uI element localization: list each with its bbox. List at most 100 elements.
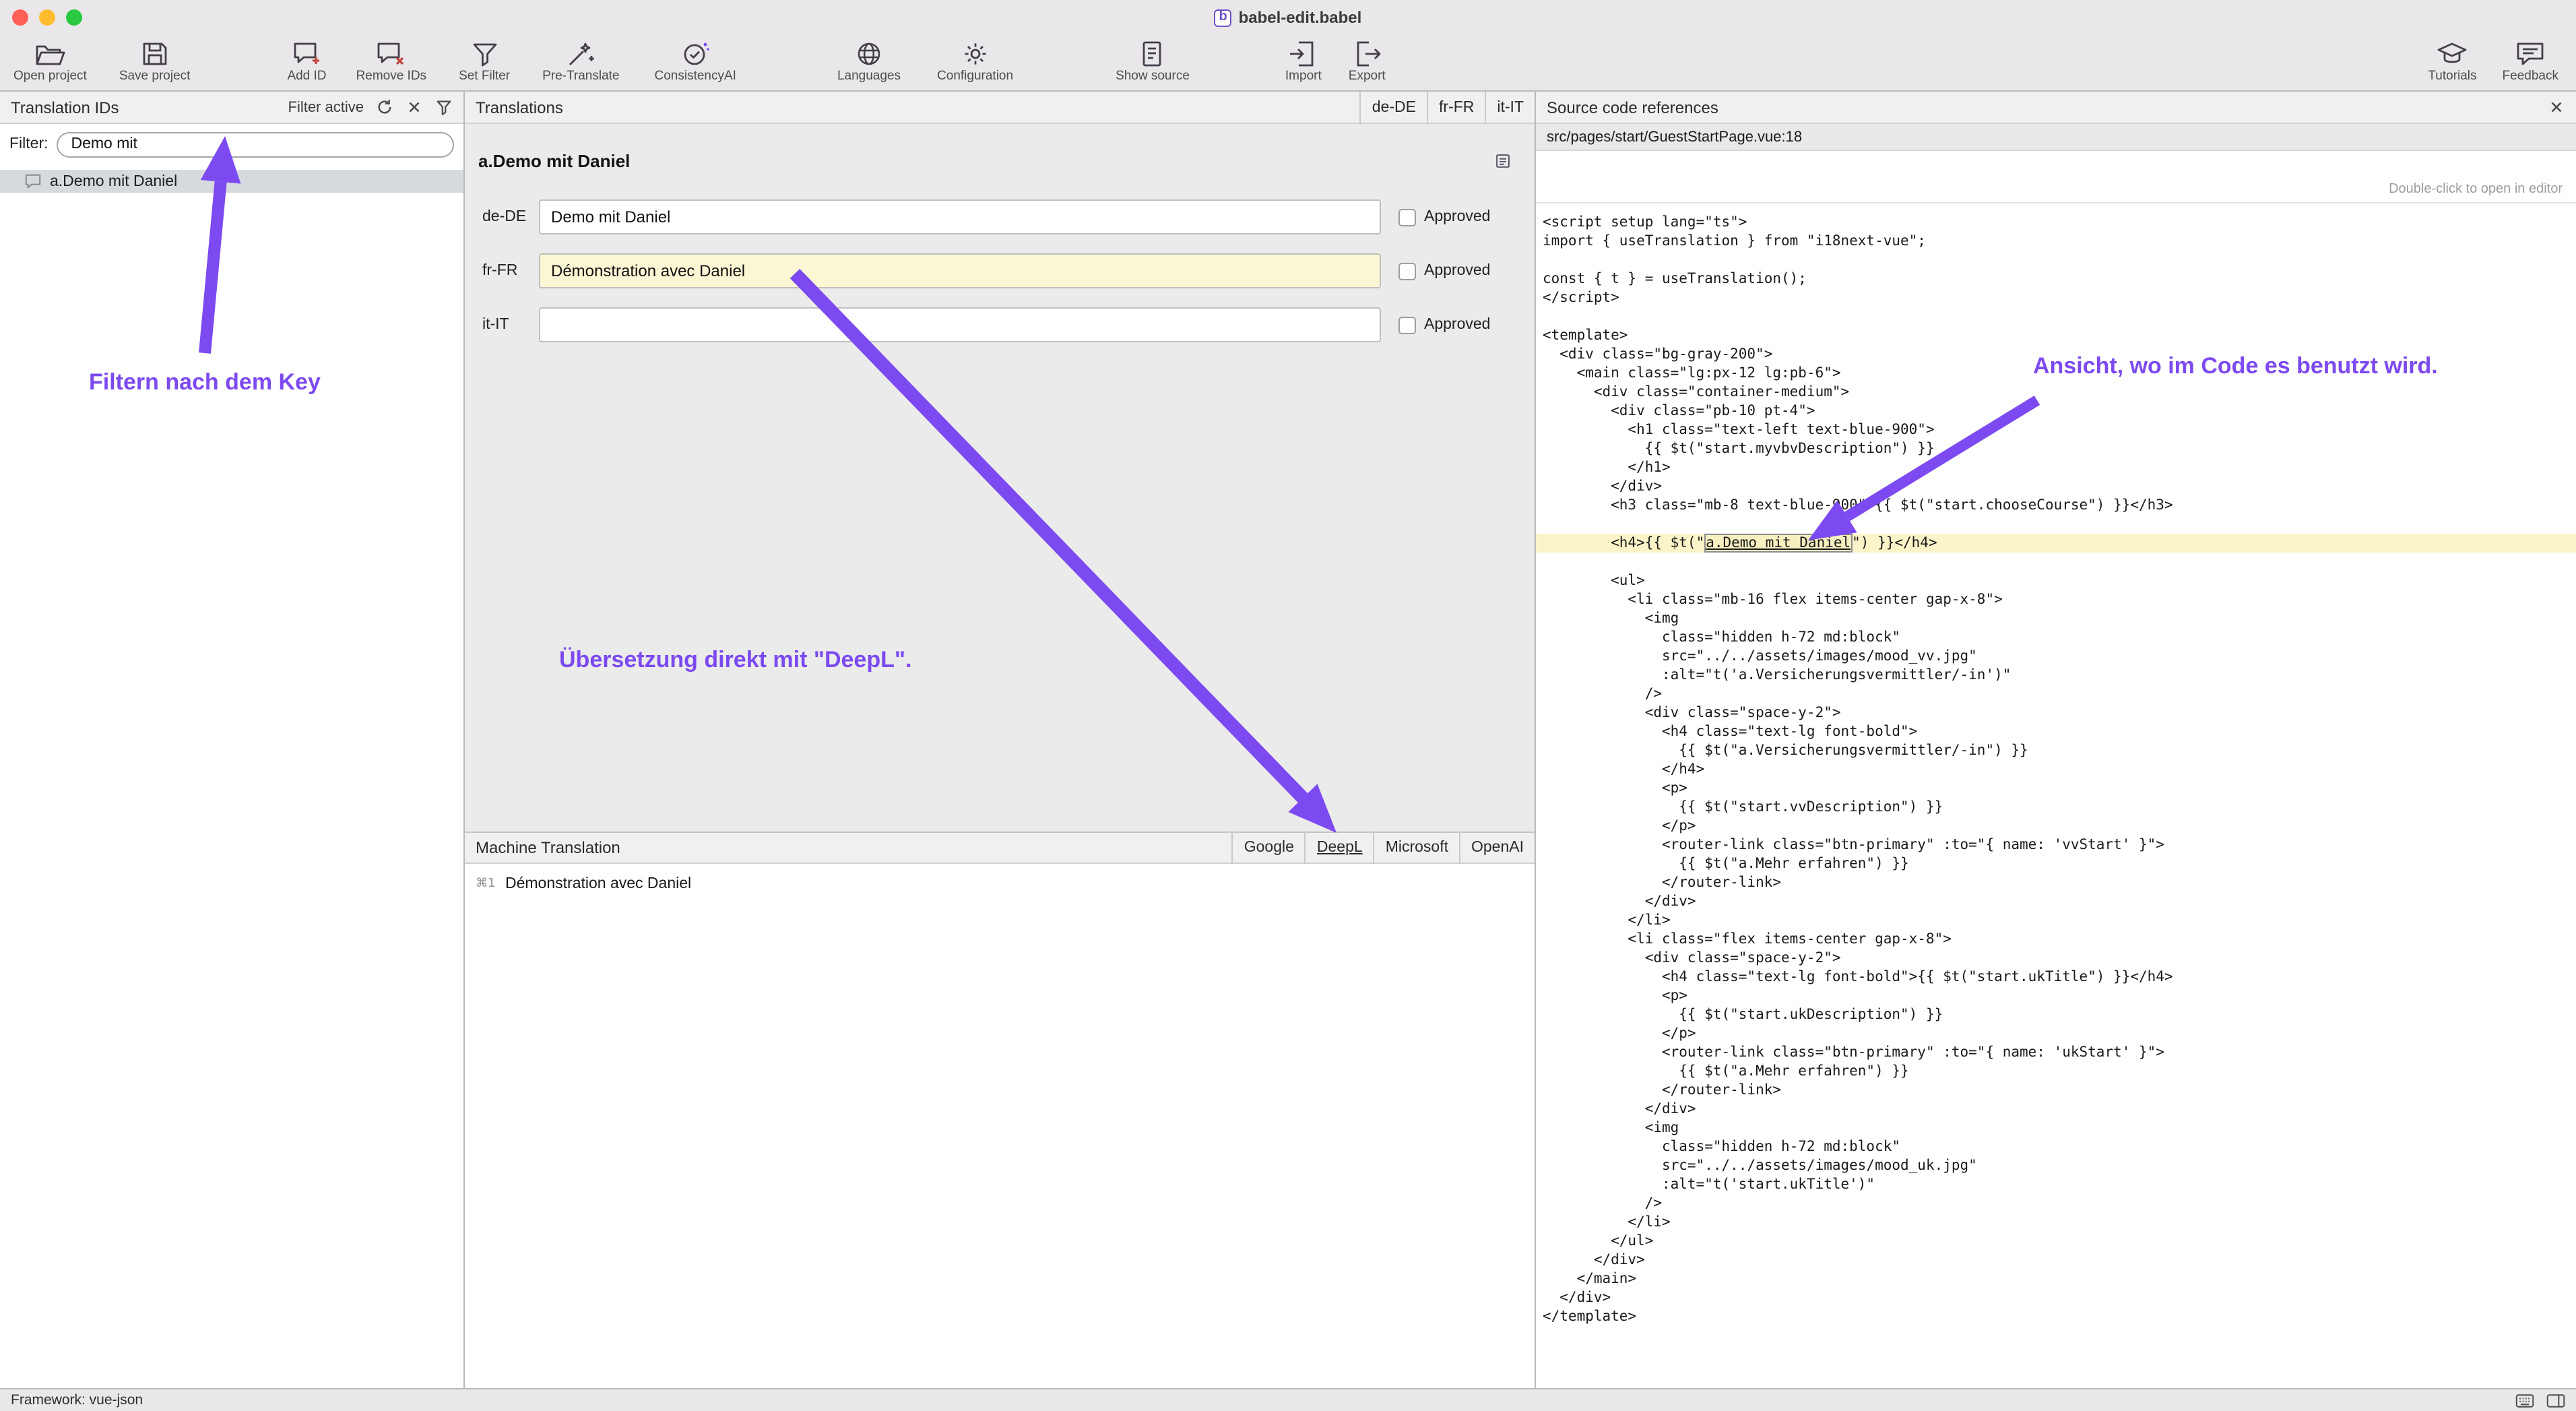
- remove-ids-icon: [375, 39, 408, 69]
- toolbar-label: Set Filter: [459, 69, 510, 84]
- set-filter-button[interactable]: Set Filter: [459, 39, 510, 84]
- code-line: <div class="pb-10 pt-4">: [1536, 402, 2576, 420]
- language-label: it-IT: [478, 317, 539, 333]
- editor-hint-row: Double-click to open in editor: [1536, 151, 2576, 203]
- code-line: {{ $t("start.vvDescription") }}: [1536, 798, 2576, 817]
- filter-icon[interactable]: [435, 98, 453, 116]
- add-id-icon: [290, 39, 323, 69]
- pre-translate-icon: [565, 39, 597, 69]
- open-project-button[interactable]: Open project: [13, 39, 87, 84]
- translations-header: Translations de-DEfr-FRit-IT: [465, 92, 1535, 124]
- code-line: </li>: [1536, 911, 2576, 930]
- code-line: <img: [1536, 1119, 2576, 1137]
- translation-input-de-de[interactable]: [539, 199, 1381, 234]
- toolbar-label: Languages: [837, 69, 901, 84]
- code-view: <script setup lang="ts">import { useTran…: [1536, 203, 2576, 1388]
- code-line: <main class="lg:px-12 lg:pb-6">: [1536, 364, 2576, 383]
- code-line: {{ $t("a.Mehr erfahren") }}: [1536, 854, 2576, 873]
- translation-input-fr-fr[interactable]: [539, 253, 1381, 288]
- toolbar: Open project Save project Add ID Remove IDs…: [0, 35, 2576, 92]
- add-id-button[interactable]: Add ID: [287, 39, 326, 84]
- refresh-icon[interactable]: [376, 98, 393, 116]
- code-line: src="../../assets/images/mood_uk.jpg": [1536, 1156, 2576, 1175]
- keyboard-icon[interactable]: [2515, 1393, 2534, 1408]
- filter-input[interactable]: [57, 131, 455, 157]
- language-tab-de-de[interactable]: de-DE: [1360, 91, 1427, 123]
- code-line: [1536, 307, 2576, 326]
- mt-provider-openai[interactable]: OpenAI: [1459, 832, 1535, 864]
- code-line: {{ $t("a.Versicherungsvermittler/-in") }…: [1536, 741, 2576, 760]
- language-tab-it-it[interactable]: it-IT: [1485, 91, 1535, 123]
- tutorials-button[interactable]: Tutorials: [2428, 39, 2476, 84]
- translation-ids-header: Translation IDs Filter active: [0, 92, 463, 124]
- code-line: </div>: [1536, 1251, 2576, 1269]
- source-panel-title: Source code references: [1547, 98, 1718, 117]
- mt-suggestion-row[interactable]: ⌘1 Démonstration avec Daniel: [465, 864, 1535, 892]
- traffic-lights: [12, 9, 82, 26]
- remove-ids-button[interactable]: Remove IDs: [356, 39, 427, 84]
- translation-key-title: a.Demo mit Daniel: [478, 150, 630, 170]
- feedback-button[interactable]: Feedback: [2503, 39, 2558, 84]
- save-project-button[interactable]: Save project: [119, 39, 191, 84]
- toolbar-label: Tutorials: [2428, 69, 2476, 84]
- code-line: <ul>: [1536, 571, 2576, 590]
- code-line: const { t } = useTranslation();: [1536, 270, 2576, 288]
- pre-translate-button[interactable]: Pre-Translate: [542, 39, 619, 84]
- code-lines: <script setup lang="ts">import { useTran…: [1536, 213, 2576, 1326]
- translation-id-item[interactable]: a.Demo mit Daniel: [0, 170, 463, 193]
- clear-filter-icon[interactable]: [406, 98, 423, 116]
- source-reference-row[interactable]: src/pages/start/GuestStartPage.vue:18: [1536, 124, 2576, 151]
- mt-providers: GoogleDeepLMicrosoftOpenAI: [1232, 832, 1535, 864]
- toolbar-label: Show source: [1116, 69, 1190, 84]
- comment-icon[interactable]: [1494, 152, 1512, 169]
- toolbar-label: Save project: [119, 69, 191, 84]
- language-tab-fr-fr[interactable]: fr-FR: [1427, 91, 1485, 123]
- mt-provider-google[interactable]: Google: [1232, 832, 1305, 864]
- code-line: </h4>: [1536, 760, 2576, 779]
- code-line: </div>: [1536, 1288, 2576, 1307]
- toolbar-label: Export: [1349, 69, 1386, 84]
- panels-icon[interactable]: [2546, 1393, 2565, 1408]
- code-line: {{ $t("a.Mehr erfahren") }}: [1536, 1062, 2576, 1081]
- language-tabs: de-DEfr-FRit-IT: [1360, 91, 1535, 123]
- translation-row-fr-fr: fr-FRApproved: [478, 253, 1535, 288]
- code-line: :alt="t('a.Versicherungsvermittler/-in')…: [1536, 666, 2576, 685]
- filter-row: Filter:: [0, 124, 463, 164]
- configuration-button[interactable]: Configuration: [937, 39, 1013, 84]
- consistencyai-button[interactable]: ConsistencyAI: [655, 39, 736, 84]
- close-window-button[interactable]: [12, 9, 28, 26]
- set-filter-icon: [468, 39, 501, 69]
- close-panel-icon[interactable]: [2548, 98, 2565, 116]
- languages-icon: [853, 39, 885, 69]
- export-button[interactable]: Export: [1349, 39, 1386, 84]
- minimize-window-button[interactable]: [39, 9, 55, 26]
- toolbar-label: Pre-Translate: [542, 69, 619, 84]
- show-source-icon: [1136, 39, 1169, 69]
- framework-label: Framework: vue-json: [11, 1392, 143, 1408]
- source-code-panel: Source code references src/pages/start/G…: [1536, 92, 2576, 1388]
- code-line: <p>: [1536, 986, 2576, 1005]
- show-source-button[interactable]: Show source: [1116, 39, 1190, 84]
- code-line: </p>: [1536, 817, 2576, 836]
- export-icon: [1351, 39, 1383, 69]
- code-line: <div class="container-medium">: [1536, 383, 2576, 402]
- translation-input-it-it[interactable]: [539, 307, 1381, 342]
- mt-provider-deepl[interactable]: DeepL: [1305, 832, 1374, 864]
- code-line: </div>: [1536, 477, 2576, 496]
- import-button[interactable]: Import: [1285, 39, 1322, 84]
- languages-button[interactable]: Languages: [837, 39, 901, 84]
- approved-checkbox[interactable]: [1398, 316, 1416, 334]
- code-line: <h1 class="text-left text-blue-900">: [1536, 420, 2576, 439]
- code-line: <template>: [1536, 326, 2576, 345]
- approved-checkbox[interactable]: [1398, 262, 1416, 280]
- zoom-window-button[interactable]: [66, 9, 82, 26]
- code-line: <h4>{{ $t("a.Demo mit Daniel") }}</h4>: [1536, 534, 2576, 553]
- mt-provider-microsoft[interactable]: Microsoft: [1374, 832, 1459, 864]
- code-line: import { useTranslation } from "i18next-…: [1536, 232, 2576, 251]
- code-line: </template>: [1536, 1307, 2576, 1326]
- toolbar-label: Configuration: [937, 69, 1013, 84]
- translation-row-de-de: de-DEApproved: [478, 199, 1535, 234]
- babeledit-app-icon: b: [1215, 9, 1232, 26]
- approved-checkbox[interactable]: [1398, 208, 1416, 226]
- code-line: <li class="mb-16 flex items-center gap-x…: [1536, 590, 2576, 609]
